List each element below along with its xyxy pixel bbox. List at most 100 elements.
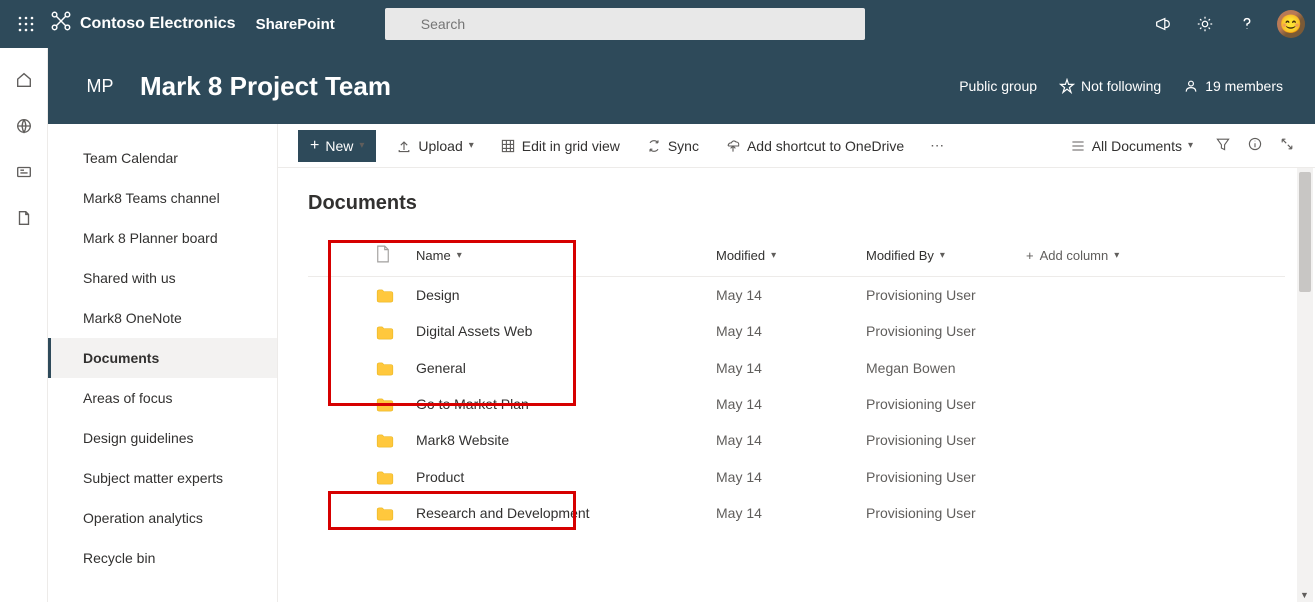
- megaphone-icon[interactable]: [1151, 12, 1175, 36]
- row-name[interactable]: Digital Assets Web: [408, 313, 708, 349]
- editgrid-button[interactable]: Edit in grid view: [494, 134, 626, 158]
- chevron-down-icon: ▾: [469, 140, 474, 151]
- folder-icon: [368, 277, 408, 314]
- editgrid-label: Edit in grid view: [522, 138, 620, 154]
- scroll-down-icon[interactable]: ▼: [1300, 590, 1309, 600]
- add-column-button[interactable]: +Add column▾: [1026, 248, 1277, 263]
- app-rail: [0, 48, 48, 602]
- org-name: Contoso Electronics: [80, 15, 236, 33]
- folder-icon: [368, 386, 408, 422]
- folder-icon: [368, 422, 408, 458]
- info-icon[interactable]: [1247, 136, 1263, 155]
- gear-icon[interactable]: [1193, 12, 1217, 36]
- chevron-down-icon: ▾: [1114, 250, 1119, 261]
- follow-label: Not following: [1081, 78, 1161, 94]
- col-name-header[interactable]: Name▾: [416, 248, 700, 263]
- row-modified: May 14: [708, 422, 858, 458]
- upload-button[interactable]: Upload ▾: [390, 134, 479, 158]
- folder-icon: [368, 458, 408, 494]
- leftnav-item-1[interactable]: Mark8 Teams channel: [48, 178, 277, 218]
- shortcut-button[interactable]: Add shortcut to OneDrive: [719, 134, 910, 158]
- search-input[interactable]: [385, 8, 865, 40]
- folder-icon: [368, 350, 408, 386]
- row-modified: May 14: [708, 495, 858, 531]
- leftnav-item-6[interactable]: Areas of focus: [48, 378, 277, 418]
- row-modifiedby: Provisioning User: [858, 458, 1018, 494]
- library-title: Documents: [308, 192, 1285, 215]
- table-row[interactable]: Mark8 WebsiteMay 14Provisioning User: [308, 422, 1285, 458]
- leftnav-item-documents[interactable]: Documents: [48, 338, 277, 378]
- table-row[interactable]: ProductMay 14Provisioning User: [308, 458, 1285, 494]
- chevron-down-icon: ▾: [457, 250, 462, 261]
- new-button[interactable]: + New ▾: [298, 130, 376, 162]
- leftnav-item-3[interactable]: Shared with us: [48, 258, 277, 298]
- plus-icon: +: [1026, 248, 1034, 263]
- row-modified: May 14: [708, 458, 858, 494]
- follow-button[interactable]: Not following: [1059, 78, 1161, 94]
- members-label: 19 members: [1205, 78, 1283, 94]
- folder-icon: [368, 495, 408, 531]
- folder-icon: [368, 313, 408, 349]
- site-title[interactable]: Mark 8 Project Team: [140, 71, 391, 102]
- rail-globe[interactable]: [12, 114, 36, 138]
- filter-icon[interactable]: [1215, 136, 1231, 155]
- row-modifiedby: Provisioning User: [858, 386, 1018, 422]
- site-logo[interactable]: MP: [80, 66, 120, 106]
- table-row[interactable]: Go to Market PlanMay 14Provisioning User: [308, 386, 1285, 422]
- chevron-down-icon: ▾: [1188, 140, 1193, 151]
- upload-label: Upload: [418, 138, 462, 154]
- row-modifiedby: Provisioning User: [858, 495, 1018, 531]
- expand-icon[interactable]: [1279, 136, 1295, 155]
- more-commands[interactable]: ⋯: [924, 133, 950, 158]
- chevron-down-icon: ▾: [940, 250, 945, 261]
- avatar[interactable]: 😊: [1277, 10, 1305, 38]
- sync-button[interactable]: Sync: [640, 134, 705, 158]
- row-name[interactable]: Research and Development: [408, 495, 708, 531]
- shortcut-label: Add shortcut to OneDrive: [747, 138, 904, 154]
- row-modified: May 14: [708, 350, 858, 386]
- scrollbar-thumb[interactable]: [1299, 172, 1311, 292]
- row-modified: May 14: [708, 386, 858, 422]
- plus-icon: +: [310, 137, 319, 155]
- col-modified-header[interactable]: Modified▾: [716, 248, 850, 263]
- rail-news[interactable]: [12, 160, 36, 184]
- leftnav-item-2[interactable]: Mark 8 Planner board: [48, 218, 277, 258]
- row-name[interactable]: Go to Market Plan: [408, 386, 708, 422]
- help-icon[interactable]: [1235, 12, 1259, 36]
- row-modifiedby: Provisioning User: [858, 422, 1018, 458]
- row-name[interactable]: Design: [408, 277, 708, 314]
- leftnav-item-7[interactable]: Design guidelines: [48, 418, 277, 458]
- new-label: New: [325, 138, 353, 154]
- table-row[interactable]: GeneralMay 14Megan Bowen: [308, 350, 1285, 386]
- row-name[interactable]: Product: [408, 458, 708, 494]
- chevron-down-icon: ▾: [771, 250, 776, 261]
- drone-icon: [50, 10, 72, 38]
- row-modified: May 14: [708, 313, 858, 349]
- app-launcher[interactable]: [10, 0, 42, 48]
- sync-label: Sync: [668, 138, 699, 154]
- view-selector[interactable]: All Documents ▾: [1064, 134, 1199, 158]
- rail-home[interactable]: [12, 68, 36, 92]
- org-logo[interactable]: Contoso Electronics: [50, 10, 236, 38]
- rail-files[interactable]: [12, 206, 36, 230]
- row-name[interactable]: General: [408, 350, 708, 386]
- col-modifiedby-header[interactable]: Modified By▾: [866, 248, 1010, 263]
- row-name[interactable]: Mark8 Website: [408, 422, 708, 458]
- chevron-down-icon: ▾: [359, 140, 364, 151]
- members-button[interactable]: 19 members: [1183, 78, 1283, 94]
- app-name[interactable]: SharePoint: [256, 16, 335, 33]
- table-row[interactable]: Research and DevelopmentMay 14Provisioni…: [308, 495, 1285, 531]
- scrollbar[interactable]: ▲ ▼: [1297, 168, 1313, 602]
- leftnav-item-8[interactable]: Subject matter experts: [48, 458, 277, 498]
- row-modifiedby: Provisioning User: [858, 313, 1018, 349]
- leftnav-item-10[interactable]: Recycle bin: [48, 538, 277, 578]
- table-row[interactable]: DesignMay 14Provisioning User: [308, 277, 1285, 314]
- leftnav-item-4[interactable]: Mark8 OneNote: [48, 298, 277, 338]
- row-modifiedby: Provisioning User: [858, 277, 1018, 314]
- left-nav: Team Calendar Mark8 Teams channel Mark 8…: [48, 124, 278, 602]
- leftnav-item-9[interactable]: Operation analytics: [48, 498, 277, 538]
- site-visibility: Public group: [959, 78, 1037, 94]
- leftnav-item-0[interactable]: Team Calendar: [48, 138, 277, 178]
- table-row[interactable]: Digital Assets WebMay 14Provisioning Use…: [308, 313, 1285, 349]
- col-type-header[interactable]: [368, 235, 408, 277]
